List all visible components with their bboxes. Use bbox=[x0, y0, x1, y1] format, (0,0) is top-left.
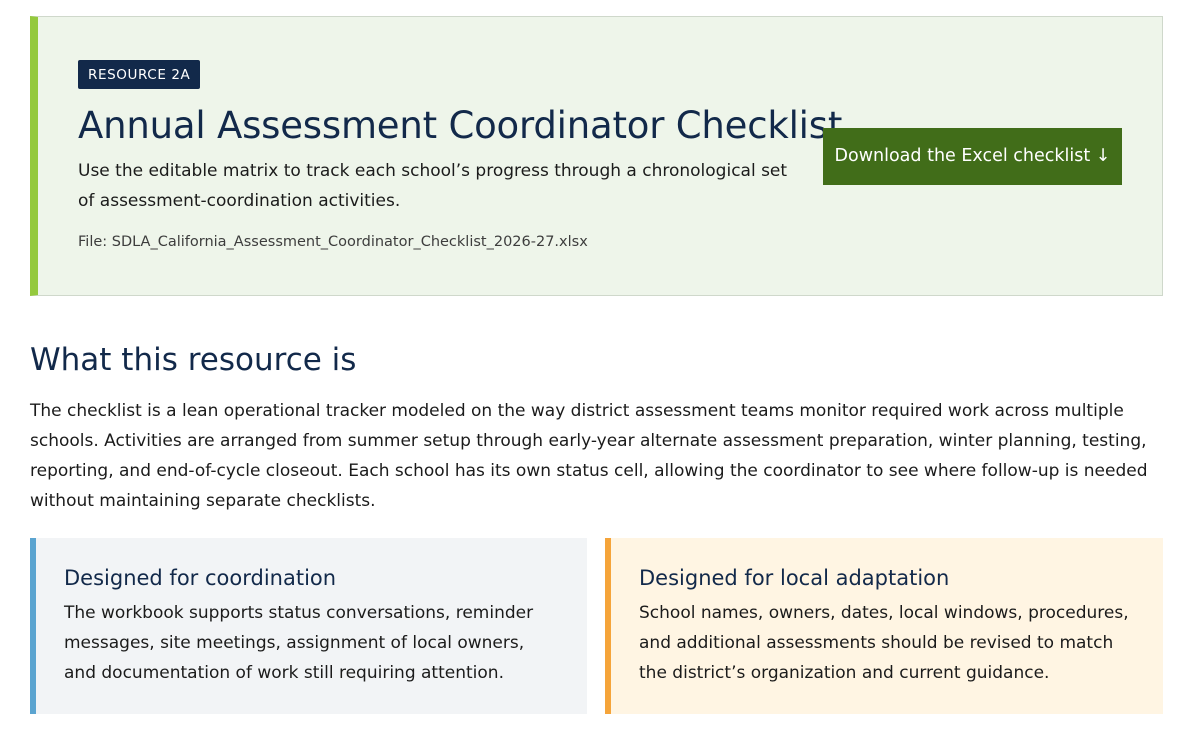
download-excel-button[interactable]: Download the Excel checklist ↓ bbox=[823, 128, 1122, 185]
card-body: The workbook supports status conversatio… bbox=[64, 603, 534, 683]
section-title: What this resource is bbox=[30, 342, 357, 378]
card-body: School names, owners, dates, local windo… bbox=[639, 603, 1129, 683]
card-title: Designed for local adaptation bbox=[639, 566, 950, 590]
file-name: File: SDLA_California_Assessment_Coordin… bbox=[78, 234, 588, 250]
section-body: The checklist is a lean operational trac… bbox=[30, 401, 1148, 511]
resource-description: Use the editable matrix to track each sc… bbox=[78, 161, 788, 211]
card-title: Designed for coordination bbox=[64, 566, 337, 590]
page-title: Annual Assessment Coordinator Checklist bbox=[78, 104, 843, 147]
resource-hero-panel: RESOURCE 2A Annual Assessment Coordinato… bbox=[30, 16, 1163, 296]
resource-tag: RESOURCE 2A bbox=[78, 60, 201, 89]
local-adaptation-card: Designed for local adaptation School nam… bbox=[605, 538, 1163, 714]
coordination-card: Designed for coordination The workbook s… bbox=[30, 538, 587, 714]
